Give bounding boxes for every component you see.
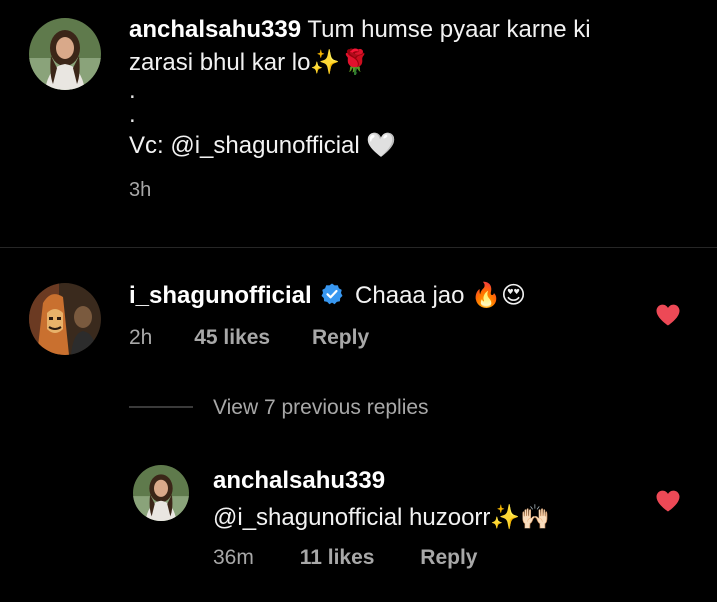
comment-timestamp: 2h <box>129 326 153 349</box>
avatar[interactable] <box>29 283 101 355</box>
replies-divider-line <box>129 406 193 408</box>
caption-dot-2: . <box>129 101 136 128</box>
comment-likes[interactable]: 45 likes <box>194 326 270 349</box>
caption-line-2: zarasi bhul kar lo✨🌹 <box>129 46 689 79</box>
reply-text: @i_shagunofficial huzoorr <box>213 504 491 531</box>
comment-text-line: i_shagunofficial Chaaa jao 🔥😍 <box>129 280 526 314</box>
caption-text-1: Tum humse pyaar karne ki <box>307 16 591 43</box>
sparkle-hands-emoji: ✨🙌🏻 <box>490 503 551 531</box>
reply-username[interactable]: anchalsahu339 <box>213 467 385 494</box>
avatar[interactable] <box>133 465 189 521</box>
fire-heart-eyes-emoji: 🔥😍 <box>471 281 527 309</box>
comment-text: Chaaa jao <box>355 282 465 309</box>
caption-text-2: zarasi bhul kar lo <box>129 49 311 76</box>
heart-icon[interactable] <box>655 489 681 513</box>
sparkle-rose-emoji: ✨🌹 <box>310 48 371 76</box>
view-previous-replies-button[interactable]: View 7 previous replies <box>213 396 429 420</box>
reply-username-line: anchalsahu339 <box>213 466 385 496</box>
caption: anchalsahu339 Tum humse pyaar karne ki z… <box>129 14 689 206</box>
comment-reply-button[interactable]: Reply <box>312 326 369 349</box>
reply-meta: 36m 11 likes Reply <box>213 546 477 570</box>
reply-reply-button[interactable]: Reply <box>420 546 477 569</box>
reply-likes[interactable]: 11 likes <box>300 546 375 569</box>
avatar[interactable] <box>29 18 101 90</box>
white-heart-emoji: 🤍 <box>366 131 397 159</box>
caption-credit: Vc: @i_shagunofficial <box>129 132 360 159</box>
caption-username[interactable]: anchalsahu339 <box>129 16 301 43</box>
heart-icon[interactable] <box>655 303 681 327</box>
reply-text-line: @i_shagunofficial huzoorr✨🙌🏻 <box>213 502 550 533</box>
caption-credit-line: Vc: @i_shagunofficial 🤍 <box>129 129 689 162</box>
caption-timestamp: 3h <box>129 179 152 201</box>
divider <box>0 247 717 248</box>
caption-line-1: anchalsahu339 Tum humse pyaar karne ki <box>129 14 689 46</box>
comment-meta: 2h 45 likes Reply <box>129 326 369 350</box>
comment-username[interactable]: i_shagunofficial <box>129 282 312 309</box>
caption-dot-1: . <box>129 77 136 104</box>
reply-timestamp: 36m <box>213 546 254 569</box>
verified-badge-icon <box>320 282 344 314</box>
